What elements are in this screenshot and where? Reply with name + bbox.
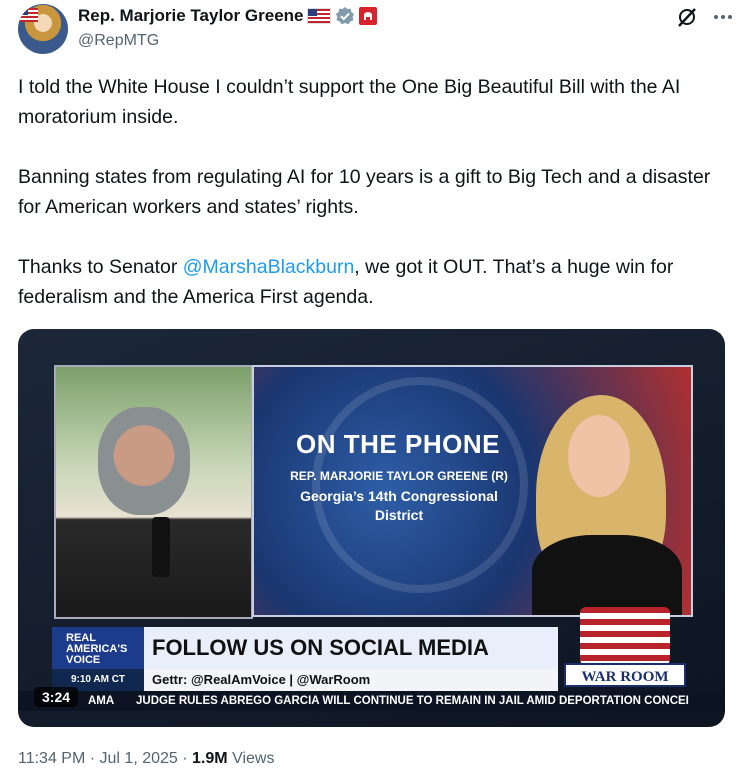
video-player[interactable]: ON THE PHONE REP. MARJORIE TAYLOR GREENE… <box>18 329 725 727</box>
tweet-paragraph-1: I told the White House I couldn’t suppor… <box>18 76 681 128</box>
guest-photo <box>516 385 691 615</box>
gettr-handles: Gettr: @RealAmVoice | @WarRoom <box>144 669 558 691</box>
tweet-paragraph-3: Thanks to Senator @MarshaBlackburn, we g… <box>18 252 734 312</box>
network-line-3: VOICE <box>66 654 101 666</box>
header-actions <box>676 6 734 28</box>
guest-face <box>568 415 630 497</box>
crawl-text: JUDGE RULES ABREGO GARCIA WILL CONTINUE … <box>136 695 689 707</box>
crawl-prefix: AMA <box>88 695 115 707</box>
panel-emblem <box>312 377 528 593</box>
avatar[interactable] <box>18 4 68 54</box>
war-room-logo: WAR ROOM <box>562 607 690 691</box>
video-studio-frame <box>54 365 253 619</box>
author-handle[interactable]: @RepMTG <box>78 32 159 50</box>
verified-badge-icon <box>336 7 355 25</box>
gop-badge-icon <box>359 7 378 25</box>
news-crawl: AMA JUDGE RULES ABREGO GARCIA WILL CONTI… <box>18 691 725 711</box>
grok-icon[interactable] <box>676 6 698 28</box>
tweet-paragraph-2: Banning states from regulating AI for 10… <box>18 166 711 218</box>
views-label: Views <box>232 750 275 767</box>
meta-separator: · <box>182 750 193 767</box>
tweet-text: I told the White House I couldn’t suppor… <box>18 72 734 342</box>
lower-third: REAL AMERICA'S VOICE 9:10 AM CT FOLLOW U… <box>52 627 558 691</box>
meta-separator: · <box>89 750 100 767</box>
author-name-line: Rep. Marjorie Taylor Greene <box>78 6 378 26</box>
guest-body <box>532 535 682 615</box>
tweet-time[interactable]: 11:34 PM <box>18 750 85 767</box>
tweet-header: Rep. Marjorie Taylor Greene @RepMTG <box>18 2 734 54</box>
war-room-label: WAR ROOM <box>564 663 686 687</box>
follow-banner: FOLLOW US ON SOCIAL MEDIA <box>144 627 558 669</box>
microphone <box>152 517 170 577</box>
eagle-flag-icon <box>580 607 670 665</box>
us-flag-icon <box>307 8 332 24</box>
avatar-flag-icon <box>20 8 38 22</box>
author-name[interactable]: Rep. Marjorie Taylor Greene <box>78 6 303 26</box>
tweet-meta: 11:34 PM · Jul 1, 2025 · 1.9M Views <box>18 750 274 768</box>
on-the-phone-panel: ON THE PHONE REP. MARJORIE TAYLOR GREENE… <box>252 365 693 617</box>
more-icon[interactable] <box>712 6 734 28</box>
tweet-text-segment: Thanks to Senator <box>18 256 183 278</box>
on-the-phone-title: ON THE PHONE <box>296 429 500 459</box>
host-figure <box>98 407 190 515</box>
network-logo: REAL AMERICA'S VOICE <box>52 627 144 669</box>
tweet-date[interactable]: Jul 1, 2025 <box>100 750 178 767</box>
mention-link[interactable]: @MarshaBlackburn <box>183 256 355 278</box>
guest-name: REP. MARJORIE TAYLOR GREENE (R) <box>290 469 508 483</box>
guest-district-line-1: Georgia’s 14th Congressional <box>300 488 498 504</box>
video-duration: 3:24 <box>34 687 79 707</box>
views-count: 1.9M <box>192 750 228 767</box>
guest-district-line-2: District <box>374 507 424 523</box>
